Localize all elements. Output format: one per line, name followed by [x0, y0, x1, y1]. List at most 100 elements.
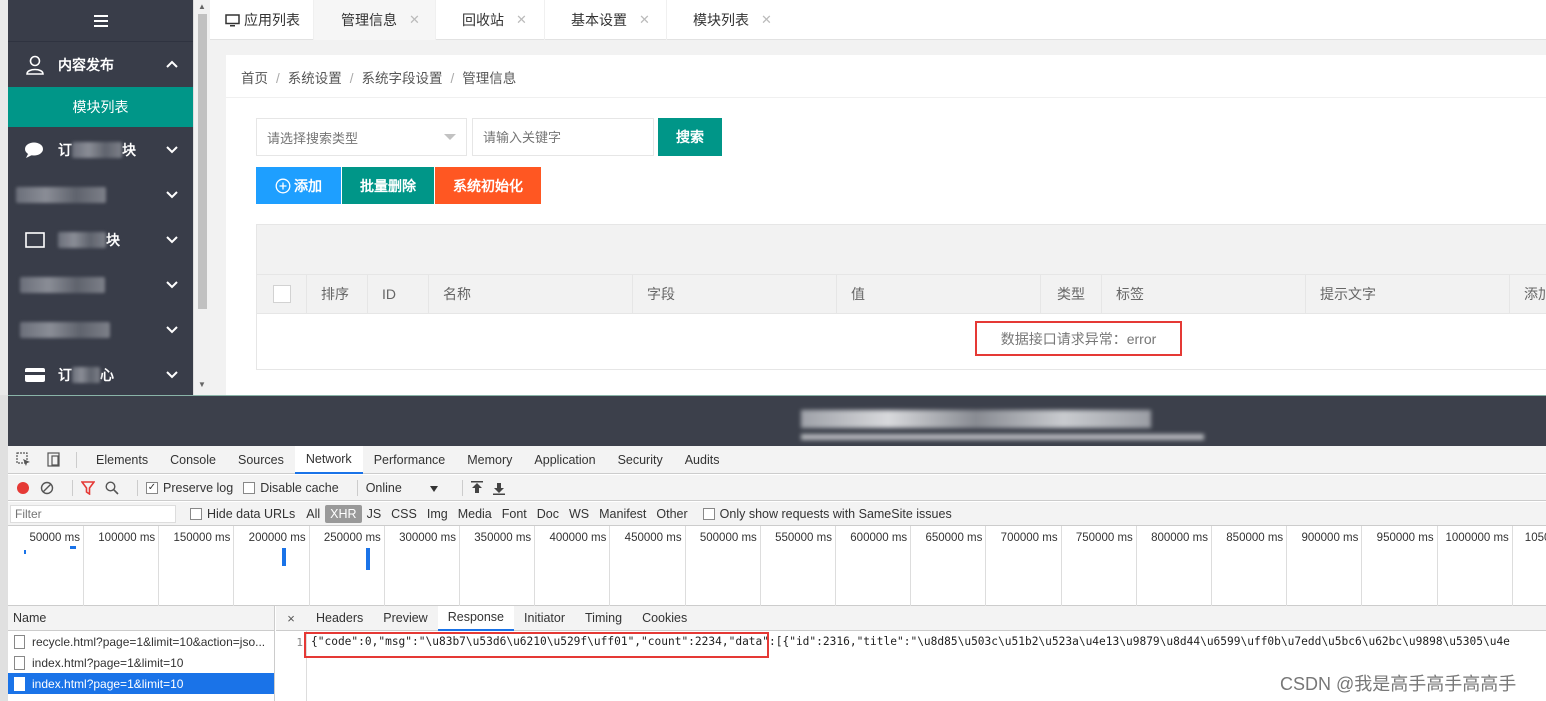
tab-manage-info[interactable]: 管理信息 ✕: [314, 0, 436, 40]
devtools-tab-console[interactable]: Console: [159, 446, 227, 474]
devtools-tab-network[interactable]: Network: [294, 445, 363, 474]
filter-type-doc[interactable]: Doc: [532, 505, 564, 523]
close-icon[interactable]: ✕: [761, 12, 772, 28]
tab-module-list[interactable]: 模块列表 ✕: [667, 0, 789, 40]
request-timing-mark: [70, 546, 76, 549]
keyword-input[interactable]: [472, 118, 654, 156]
filter-type-all[interactable]: All: [301, 505, 325, 523]
close-icon[interactable]: ×: [276, 611, 306, 626]
close-icon[interactable]: ✕: [639, 12, 650, 28]
column-header[interactable]: 字段: [633, 275, 837, 313]
samesite-checkbox[interactable]: Only show requests with SameSite issues: [702, 506, 952, 521]
hide-data-urls-checkbox[interactable]: Hide data URLs: [190, 507, 295, 521]
devtools-tab-elements[interactable]: Elements: [85, 446, 159, 474]
sidebar-group-2[interactable]: 订 块: [8, 127, 193, 172]
name-column-header[interactable]: Name: [8, 606, 274, 631]
record-icon[interactable]: [16, 481, 30, 495]
filter-input[interactable]: [10, 504, 176, 523]
tab-basic-settings[interactable]: 基本设置 ✕: [545, 0, 667, 40]
detail-tab-headers[interactable]: Headers: [306, 606, 373, 631]
device-toolbar-icon[interactable]: [38, 446, 68, 474]
timeline-tick: 800000 ms: [1137, 526, 1212, 606]
column-header[interactable]: 值: [837, 275, 1041, 313]
search-icon[interactable]: [105, 480, 119, 495]
devtools-tab-memory[interactable]: Memory: [456, 446, 523, 474]
filter-type-media[interactable]: Media: [453, 505, 497, 523]
sidebar-group-7[interactable]: 订 心: [8, 352, 193, 395]
sidebar-group-3[interactable]: [8, 172, 193, 217]
tab-app-list[interactable]: 应用列表: [210, 0, 314, 40]
menu-toggle-icon[interactable]: [8, 0, 193, 42]
tab-label: 管理信息: [341, 12, 397, 28]
filter-icon[interactable]: [81, 480, 95, 495]
scroll-up-icon[interactable]: ▲: [198, 2, 206, 11]
column-header[interactable]: ID: [368, 275, 429, 313]
request-row[interactable]: index.html?page=1&limit=10: [8, 652, 274, 673]
column-header[interactable]: 提示文字: [1306, 275, 1510, 313]
devtools-tab-application[interactable]: Application: [523, 446, 606, 474]
close-icon[interactable]: ✕: [516, 12, 527, 28]
disable-cache-checkbox[interactable]: Disable cache: [243, 481, 339, 495]
detail-tab-preview[interactable]: Preview: [373, 606, 437, 631]
column-header[interactable]: 排序: [307, 275, 368, 313]
breadcrumb-item[interactable]: 系统字段设置: [362, 71, 443, 86]
sidebar-group-6[interactable]: [8, 307, 193, 352]
filter-type-ws[interactable]: WS: [564, 505, 594, 523]
scroll-down-icon[interactable]: ▼: [198, 380, 206, 389]
column-header[interactable]: 标签: [1102, 275, 1306, 313]
filter-type-other[interactable]: Other: [651, 505, 692, 523]
samesite-label: Only show requests with SameSite issues: [719, 506, 952, 521]
caret-down-icon: [444, 134, 456, 140]
detail-tab-response[interactable]: Response: [437, 605, 515, 631]
filter-type-img[interactable]: Img: [422, 505, 453, 523]
sidebar-scrollbar[interactable]: ▲ ▼: [193, 0, 210, 395]
filter-type-xhr[interactable]: XHR: [325, 504, 362, 523]
batch-delete-button[interactable]: 批量删除: [342, 167, 434, 204]
filter-type-js[interactable]: JS: [362, 505, 387, 523]
preserve-log-checkbox[interactable]: ✓ Preserve log: [146, 481, 233, 495]
separator: [137, 479, 138, 496]
detail-tab-cookies[interactable]: Cookies: [632, 606, 697, 631]
breadcrumb-item[interactable]: 首页: [241, 71, 268, 86]
search-type-select[interactable]: 请选择搜索类型: [256, 118, 467, 156]
search-button[interactable]: 搜索: [658, 118, 722, 156]
detail-tab-timing[interactable]: Timing: [575, 606, 632, 631]
sidebar-group-4[interactable]: 块: [8, 217, 193, 262]
breadcrumb-current: 管理信息: [462, 71, 517, 86]
detail-tab-initiator[interactable]: Initiator: [514, 606, 575, 631]
user-icon: [24, 54, 46, 76]
throttle-select[interactable]: Online: [366, 481, 438, 495]
column-header[interactable]: 添加: [1510, 275, 1546, 313]
import-har-icon[interactable]: [470, 480, 483, 495]
filter-type-manifest[interactable]: Manifest: [594, 505, 651, 523]
sidebar-item-module-list[interactable]: 模块列表: [8, 87, 193, 127]
column-header[interactable]: 类型: [1041, 275, 1102, 313]
select-all-checkbox[interactable]: [273, 285, 291, 303]
devtools-tab-sources[interactable]: Sources: [227, 446, 295, 474]
column-header[interactable]: 名称: [429, 275, 633, 313]
inspect-element-icon[interactable]: [8, 446, 38, 474]
devtools-tab-performance[interactable]: Performance: [363, 446, 457, 474]
card-icon: [24, 364, 46, 386]
request-row-selected[interactable]: index.html?page=1&limit=10: [8, 673, 274, 694]
system-init-button[interactable]: 系统初始化: [435, 167, 541, 204]
blurred-label: [72, 366, 100, 383]
clear-icon[interactable]: [40, 481, 54, 495]
network-timeline[interactable]: 50000 ms 100000 ms 150000 ms 200000 ms 25000…: [8, 526, 1546, 606]
breadcrumb-separator: /: [276, 71, 280, 86]
filter-type-font[interactable]: Font: [497, 505, 532, 523]
blurred-label: [72, 141, 122, 158]
scrollbar-thumb[interactable]: [198, 14, 207, 309]
sidebar-group-content-publish[interactable]: 内容发布: [8, 42, 193, 87]
breadcrumb: 首页 / 系统设置 / 系统字段设置 / 管理信息: [241, 67, 516, 87]
close-icon[interactable]: ✕: [409, 12, 420, 28]
filter-type-css[interactable]: CSS: [386, 505, 422, 523]
devtools-tab-audits[interactable]: Audits: [674, 446, 731, 474]
devtools-tab-security[interactable]: Security: [607, 446, 674, 474]
sidebar-group-5[interactable]: [8, 262, 193, 307]
export-har-icon[interactable]: [492, 481, 505, 495]
add-button[interactable]: 添加: [256, 167, 341, 204]
breadcrumb-item[interactable]: 系统设置: [288, 71, 342, 86]
request-row[interactable]: recycle.html?page=1&limit=10&action=jso.…: [8, 631, 274, 652]
tab-recycle-bin[interactable]: 回收站 ✕: [436, 0, 545, 40]
